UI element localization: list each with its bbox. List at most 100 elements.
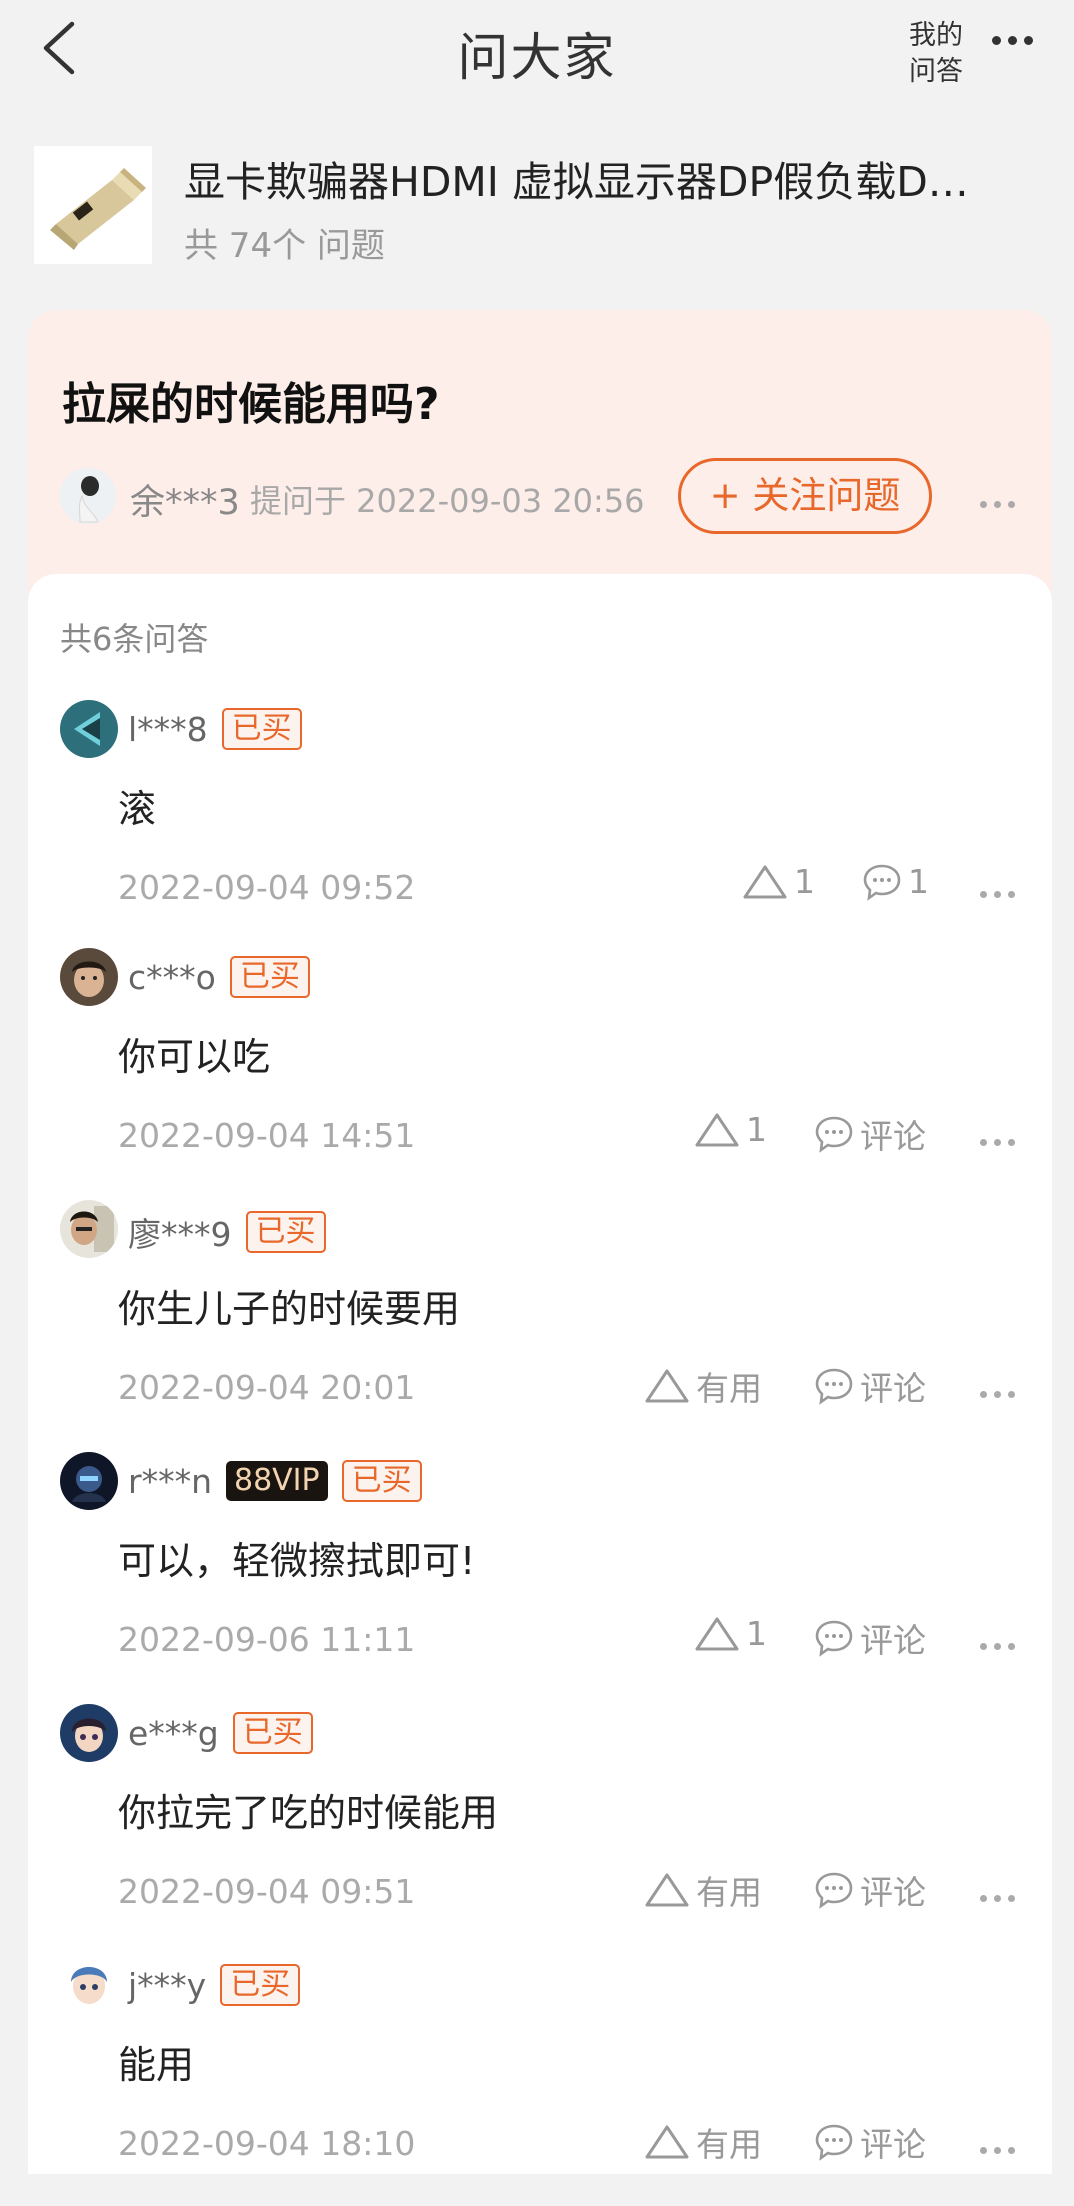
more-dots-icon	[980, 883, 1022, 902]
answer-more-button[interactable]	[980, 1887, 1030, 1902]
useful-label: 有用	[696, 2125, 762, 2164]
comment-button[interactable]: 1	[862, 862, 929, 901]
question-title: 拉屎的时候能用吗?	[62, 379, 440, 430]
comment-button[interactable]: 评论	[814, 1866, 926, 1914]
answer-username: 廖***9	[128, 1215, 232, 1254]
answer-username: c***o	[128, 957, 216, 997]
answer-more-button[interactable]	[980, 2139, 1030, 2154]
useful-button[interactable]: 有用	[644, 1866, 762, 1914]
answer-list: 共6条问答 l***8 已买 滚 2022-09-04 09:52 1 1 c*…	[28, 574, 1052, 2174]
asker-name: 余***3	[130, 483, 240, 523]
more-dots-icon	[980, 493, 1022, 512]
more-dots-icon	[980, 2139, 1022, 2158]
product-title: 显卡欺骗器HDMI 虚拟显示器DP假负载D…	[184, 158, 969, 206]
useful-count: 1	[746, 1110, 767, 1149]
comment-button[interactable]: 评论	[814, 1110, 926, 1158]
more-dots-icon	[980, 1887, 1022, 1906]
useful-button[interactable]: 有用	[644, 2118, 762, 2166]
asker-avatar[interactable]	[60, 468, 116, 524]
answer-user-row: j***y 已买	[128, 1964, 301, 2006]
purchased-badge: 已买	[341, 1460, 422, 1502]
triangle-up-icon	[645, 1873, 689, 1907]
comment-bubble-icon	[815, 1872, 853, 1909]
triangle-up-icon	[645, 2125, 689, 2159]
useful-button[interactable]: 有用	[644, 1362, 762, 1410]
comment-bubble-icon	[815, 2124, 853, 2161]
product-thumbnail	[34, 146, 152, 264]
answer-item: l***8 已买 滚 2022-09-04 09:52 1 1	[28, 700, 1052, 950]
answer-username: e***g	[128, 1713, 219, 1753]
answer-username: l***8	[128, 709, 208, 749]
product-summary[interactable]: 显卡欺骗器HDMI 虚拟显示器DP假负载D… 共 74个 问题	[34, 146, 1044, 266]
comment-button[interactable]: 评论	[814, 1362, 926, 1410]
triangle-up-icon	[645, 1369, 689, 1403]
avatar-image	[60, 1956, 118, 2014]
my-qa-button[interactable]: 我的 问答	[905, 18, 967, 90]
answer-more-button[interactable]	[980, 1131, 1030, 1146]
answer-item: e***g 已买 你拉完了吃的时候能用 2022-09-04 09:51 有用 …	[28, 1704, 1052, 1954]
follow-question-button[interactable]: + 关注问题	[678, 458, 932, 534]
answer-time: 2022-09-04 18:10	[118, 2124, 416, 2163]
avatar-image	[60, 948, 118, 1006]
answer-user-row: e***g 已买	[128, 1712, 313, 1754]
answer-more-button[interactable]	[980, 1635, 1030, 1650]
triangle-up-icon	[695, 1617, 739, 1650]
comment-button[interactable]: 评论	[814, 1614, 926, 1662]
question-more-button[interactable]	[980, 493, 1030, 508]
answer-item: c***o 已买 你可以吃 2022-09-04 14:51 1 评论	[28, 948, 1052, 1198]
question-count: 共 74个 问题	[184, 226, 385, 266]
answer-time: 2022-09-04 20:01	[118, 1368, 416, 1407]
answer-text: 你可以吃	[118, 1035, 271, 1079]
my-qa-label-line2: 问答	[909, 56, 963, 87]
question-card: 拉屎的时候能用吗? 余***3 提问于 2022-09-03 20:56 + 关…	[28, 310, 1052, 610]
answer-count: 共6条问答	[60, 620, 209, 658]
avatar[interactable]	[60, 948, 118, 1006]
avatar[interactable]	[60, 1704, 118, 1762]
avatar[interactable]	[60, 1200, 118, 1258]
purchased-badge: 已买	[229, 956, 310, 998]
answer-text: 可以，轻微擦拭即可!	[118, 1539, 476, 1583]
more-menu-button[interactable]	[992, 30, 1044, 60]
answer-user-row: l***8 已买	[128, 708, 302, 750]
avatar-image	[60, 1200, 118, 1258]
answer-username: j***y	[128, 1965, 207, 2005]
avatar-image	[60, 1704, 118, 1762]
comment-label: 评论	[860, 1621, 926, 1660]
answer-text: 能用	[118, 2043, 195, 2087]
comment-bubble-icon	[815, 1116, 853, 1153]
ask-time: 提问于 2022-09-03 20:56	[250, 482, 645, 520]
answer-text: 滚	[118, 787, 157, 831]
triangle-up-icon	[695, 1113, 739, 1146]
more-dots-icon	[980, 1635, 1022, 1654]
answer-more-button[interactable]	[980, 883, 1030, 898]
useful-label: 有用	[696, 1369, 762, 1408]
comment-label: 评论	[860, 1369, 926, 1408]
useful-button[interactable]: 1	[742, 862, 815, 901]
more-dots-icon	[980, 1383, 1022, 1402]
useful-count: 1	[746, 1614, 767, 1653]
answer-more-button[interactable]	[980, 1383, 1030, 1398]
answer-time: 2022-09-04 14:51	[118, 1116, 416, 1155]
useful-button[interactable]: 1	[694, 1614, 767, 1653]
avatar-image	[60, 700, 118, 758]
hdmi-plug-image	[34, 146, 152, 264]
comment-bubble-icon	[815, 1368, 853, 1405]
comment-button[interactable]: 评论	[814, 2118, 926, 2166]
avatar[interactable]	[60, 700, 118, 758]
my-qa-label-line1: 我的	[909, 20, 963, 51]
purchased-badge: 已买	[245, 1211, 326, 1253]
more-dots-icon	[980, 1131, 1022, 1150]
purchased-badge: 已买	[220, 1964, 301, 2006]
purchased-badge: 已买	[221, 708, 302, 750]
answer-username: r***n	[128, 1461, 212, 1501]
more-dots-icon	[992, 30, 1040, 49]
comment-bubble-icon	[863, 864, 901, 901]
avatar[interactable]	[60, 1956, 118, 2014]
avatar-image	[60, 1452, 118, 1510]
answer-item: r***n 88VIP 已买 可以，轻微擦拭即可! 2022-09-06 11:…	[28, 1452, 1052, 1702]
top-bar: 问大家 我的 问答	[0, 0, 1074, 110]
avatar[interactable]	[60, 1452, 118, 1510]
useful-label: 有用	[696, 1873, 762, 1912]
answer-user-row: c***o 已买	[128, 956, 310, 998]
useful-button[interactable]: 1	[694, 1110, 767, 1149]
